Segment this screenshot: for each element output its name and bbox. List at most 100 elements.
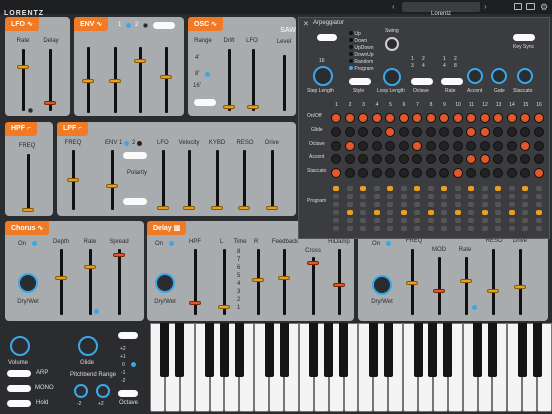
lfo-tab[interactable]: LFO ∿ — [5, 17, 39, 31]
osc-level-slider[interactable] — [283, 55, 286, 111]
arp-step-cell[interactable] — [493, 113, 503, 123]
black-key[interactable] — [205, 323, 215, 377]
delay-hpf-slider[interactable] — [194, 249, 197, 315]
arp-program-dot[interactable] — [346, 202, 353, 207]
delay-tab[interactable]: Delay ▥ — [147, 221, 187, 235]
lfo-rate-slider[interactable] — [22, 49, 25, 111]
env-tab[interactable]: ENV ∿ — [74, 17, 109, 31]
arp-step-cell[interactable] — [385, 154, 395, 164]
black-key[interactable] — [324, 323, 334, 377]
black-key[interactable] — [532, 323, 542, 377]
arp-step-cell[interactable] — [385, 141, 395, 151]
arp-program-dot[interactable] — [360, 202, 366, 207]
arp-program-dot[interactable] — [387, 226, 393, 231]
arp-program-dot[interactable] — [400, 194, 407, 199]
preset-prev-icon[interactable]: ‹ — [392, 2, 395, 11]
arp-step-cell[interactable] — [385, 113, 395, 123]
arp-program-dot[interactable] — [360, 210, 366, 215]
arp-step-cell[interactable] — [506, 127, 517, 137]
arp-step-cell[interactable] — [452, 168, 463, 178]
delay-hidamp-thumb[interactable] — [333, 283, 345, 287]
arp-program-dot[interactable] — [481, 226, 488, 231]
delay-r-slider[interactable] — [257, 249, 260, 315]
arp-button[interactable] — [7, 370, 31, 377]
arp-program-dot[interactable] — [346, 218, 353, 223]
lpf-drive-thumb[interactable] — [266, 206, 278, 210]
pitchbend-minus-knob[interactable] — [74, 384, 88, 398]
black-key[interactable] — [219, 323, 229, 377]
arp-step-cell[interactable] — [452, 154, 463, 164]
lpf-env1-label[interactable]: 1 — [119, 140, 122, 146]
lpf-tab[interactable]: LPF ⌐ — [57, 122, 89, 136]
fx-drive-slider[interactable] — [519, 249, 522, 315]
arp-step-cell[interactable] — [479, 168, 490, 178]
arp-step-cell[interactable] — [358, 127, 368, 137]
arp-program-dot[interactable] — [522, 186, 528, 191]
arp-step-cell[interactable] — [466, 154, 476, 164]
arp-step-cell[interactable] — [371, 168, 382, 178]
arp-step-cell[interactable] — [439, 168, 449, 178]
arp-program-dot[interactable] — [495, 194, 501, 199]
volume-knob[interactable] — [10, 336, 30, 356]
octave-up-button[interactable] — [118, 332, 138, 339]
arp-program-dot[interactable] — [468, 186, 474, 191]
env-decay-thumb[interactable] — [109, 79, 121, 83]
chorus-depth-slider[interactable] — [60, 249, 63, 315]
arp-step-cell[interactable] — [344, 113, 355, 123]
lpf-reso-slider[interactable] — [243, 150, 246, 210]
arp-step-cell[interactable] — [479, 141, 490, 151]
arp-step-cell[interactable] — [466, 113, 476, 123]
arp-oct-2[interactable]: 2 — [422, 56, 425, 62]
arp-step-cell[interactable] — [439, 141, 449, 151]
arp-program-dot[interactable] — [360, 218, 366, 223]
env-opt1-led[interactable] — [126, 23, 131, 28]
arp-program-dot[interactable] — [522, 218, 528, 223]
arp-step-cell[interactable] — [358, 154, 368, 164]
delay-drywet-knob[interactable] — [155, 273, 175, 293]
arp-key-sync-pill[interactable] — [513, 34, 535, 41]
arp-step-cell[interactable] — [398, 113, 409, 123]
arp-program-dot[interactable] — [441, 218, 447, 223]
arp-step-cell[interactable] — [412, 113, 422, 123]
arp-program-dot[interactable] — [495, 226, 501, 231]
glide-knob[interactable] — [78, 336, 98, 356]
arp-step-cell[interactable] — [398, 127, 409, 137]
arp-program-dot[interactable] — [373, 226, 380, 231]
arp-program-dot[interactable] — [468, 210, 474, 215]
arp-program-dot[interactable] — [535, 218, 542, 223]
arp-program-dot[interactable] — [522, 210, 528, 215]
arp-program-dot[interactable] — [333, 202, 339, 207]
arp-program-dot[interactable] — [333, 186, 339, 191]
arp-program-dot[interactable] — [373, 202, 380, 207]
arp-toggle-pill[interactable] — [317, 34, 337, 41]
arp-program-dot[interactable] — [400, 218, 407, 223]
arp-program-dot[interactable] — [495, 218, 501, 223]
arp-mode-downup[interactable]: DownUp — [349, 52, 374, 58]
delay-on-led[interactable] — [169, 241, 174, 246]
lpf-kybd-slider[interactable] — [216, 150, 219, 210]
lpf-polarity-pill[interactable] — [123, 198, 147, 205]
arp-program-dot[interactable] — [387, 218, 393, 223]
arp-program-dot[interactable] — [373, 210, 380, 215]
chorus-drywet-knob[interactable] — [18, 273, 38, 293]
arp-rate-8[interactable]: 8 — [454, 63, 457, 69]
arp-step-cell[interactable] — [371, 113, 382, 123]
osc-drift-thumb[interactable] — [223, 105, 235, 109]
delay-l-thumb[interactable] — [218, 305, 230, 309]
arp-mode-up[interactable]: Up — [349, 31, 361, 37]
fx-freq-thumb[interactable] — [406, 281, 418, 285]
arp-step-cell[interactable] — [344, 154, 355, 164]
arp-program-dot[interactable] — [454, 218, 461, 223]
arp-step-cell[interactable] — [493, 154, 503, 164]
arp-program-dot[interactable] — [508, 186, 515, 191]
lpf-env-slider[interactable] — [111, 150, 114, 210]
osc-lfo-thumb[interactable] — [247, 105, 259, 109]
arp-program-dot[interactable] — [400, 210, 407, 215]
arp-step-cell[interactable] — [452, 113, 463, 123]
arp-program-dot[interactable] — [508, 210, 515, 215]
arp-program-dot[interactable] — [333, 226, 339, 231]
arp-program-dot[interactable] — [333, 218, 339, 223]
lpf-freq-thumb[interactable] — [67, 178, 79, 182]
lpf-reso-thumb[interactable] — [238, 206, 250, 210]
fx-rate-thumb[interactable] — [460, 279, 472, 283]
